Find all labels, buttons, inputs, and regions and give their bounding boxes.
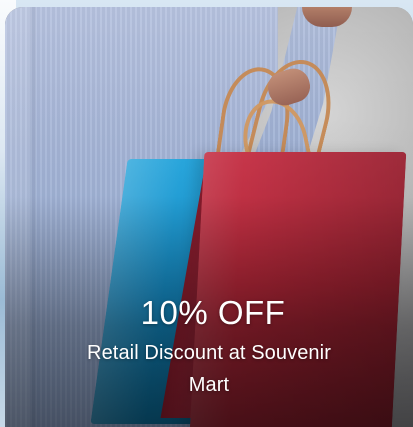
offer-text-group: 10% OFF Retail Discount at Souvenir Mart bbox=[5, 294, 413, 401]
promo-card[interactable]: 10% OFF Retail Discount at Souvenir Mart bbox=[5, 7, 413, 427]
discount-title: 10% OFF bbox=[140, 294, 286, 331]
offer-description: Retail Discount at Souvenir Mart bbox=[87, 342, 331, 396]
page: 10% OFF Retail Discount at Souvenir Mart bbox=[0, 0, 413, 427]
